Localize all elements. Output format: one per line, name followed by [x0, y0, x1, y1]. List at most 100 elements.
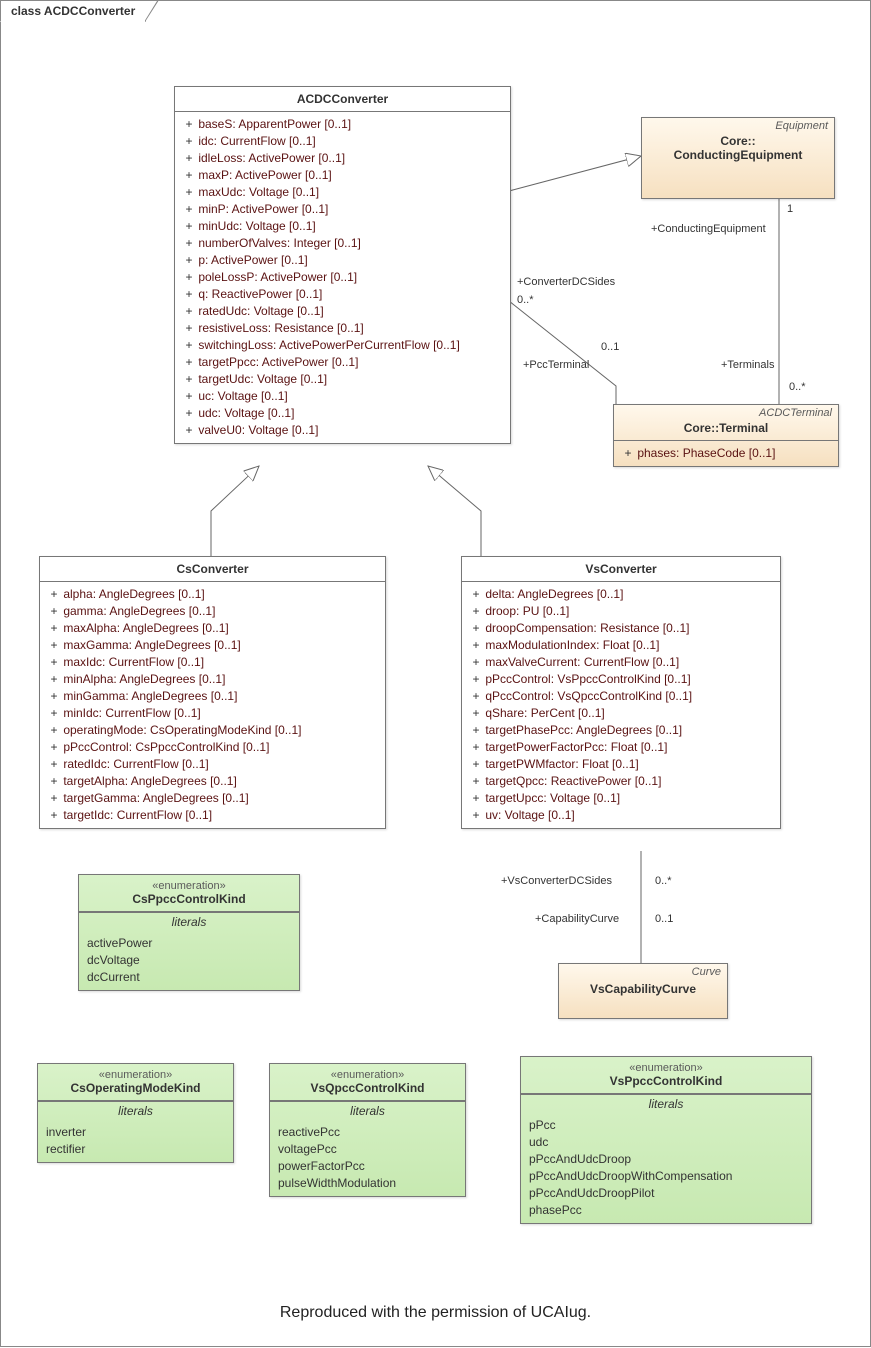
attr-row: phasePcc	[529, 1202, 803, 1219]
attr-row: dcCurrent	[87, 969, 291, 986]
attr-row: + targetPowerFactorPcc: Float [0..1]	[470, 739, 772, 756]
attr-row: inverter	[46, 1124, 225, 1141]
class-name: VsCapabilityCurve	[590, 982, 696, 996]
attr-row: + valveU0: Voltage [0..1]	[183, 422, 502, 439]
class-name: ACDCConverter	[297, 92, 388, 106]
role-conductingequipment: +ConductingEquipment	[651, 223, 766, 235]
visibility: +	[470, 722, 482, 739]
enum-vsqpcccontrolkind: «enumeration» VsQpccControlKind literals…	[269, 1063, 466, 1197]
literal-list: pPccudcpPccAndUdcDrooppPccAndUdcDroopWit…	[521, 1113, 811, 1223]
mult-pccterminal: 0..1	[601, 341, 611, 353]
visibility: +	[183, 337, 195, 354]
role-pccterminal: +PccTerminal	[523, 359, 589, 371]
attr-row: + idc: CurrentFlow [0..1]	[183, 133, 502, 150]
attr-row: udc	[529, 1134, 803, 1151]
class-name: VsConverter	[585, 562, 656, 576]
enum-name: CsPpccControlKind	[132, 892, 245, 906]
attr-row: + maxUdc: Voltage [0..1]	[183, 184, 502, 201]
class-conductingequipment: Equipment Core:: ConductingEquipment	[641, 117, 835, 199]
attr-row: + phases: PhaseCode [0..1]	[622, 445, 830, 462]
super-label: Equipment	[775, 120, 828, 132]
role-terminals: +Terminals	[721, 359, 775, 371]
attr-row: reactivePcc	[278, 1124, 457, 1141]
footer-text: Reproduced with the permission of UCAIug…	[1, 1304, 870, 1322]
enum-csoperatingmodekind: «enumeration» CsOperatingModeKind litera…	[37, 1063, 234, 1163]
mult-conductingequipment: 1	[787, 203, 793, 215]
attr-row: pPccAndUdcDroop	[529, 1151, 803, 1168]
mult-capabilitycurve: 0..1	[655, 913, 673, 925]
visibility: +	[183, 133, 195, 150]
attr-row: + minGamma: AngleDegrees [0..1]	[48, 688, 377, 705]
literal-list: inverterrectifier	[38, 1120, 233, 1162]
stereotype: «enumeration»	[276, 1069, 459, 1081]
attr-row: + droopCompensation: Resistance [0..1]	[470, 620, 772, 637]
attr-row: + droop: PU [0..1]	[470, 603, 772, 620]
attr-row: + targetAlpha: AngleDegrees [0..1]	[48, 773, 377, 790]
attr-row: + targetGamma: AngleDegrees [0..1]	[48, 790, 377, 807]
visibility: +	[183, 286, 195, 303]
enum-name: VsQpccControlKind	[310, 1081, 424, 1095]
class-csconverter: CsConverter + alpha: AngleDegrees [0..1]…	[39, 556, 386, 829]
enum-name: CsOperatingModeKind	[70, 1081, 200, 1095]
visibility: +	[470, 773, 482, 790]
visibility: +	[470, 739, 482, 756]
attr-row: + minP: ActivePower [0..1]	[183, 201, 502, 218]
stereotype: «enumeration»	[527, 1062, 805, 1074]
attr-row: + pPccControl: CsPpccControlKind [0..1]	[48, 739, 377, 756]
visibility: +	[48, 773, 60, 790]
attr-row: activePower	[87, 935, 291, 952]
enum-name: VsPpccControlKind	[610, 1074, 723, 1088]
visibility: +	[48, 705, 60, 722]
attr-row: + q: ReactivePower [0..1]	[183, 286, 502, 303]
visibility: +	[183, 371, 195, 388]
attr-row: + targetQpcc: ReactivePower [0..1]	[470, 773, 772, 790]
attr-row: + ratedUdc: Voltage [0..1]	[183, 303, 502, 320]
attr-row: + maxP: ActivePower [0..1]	[183, 167, 502, 184]
attr-row: + targetPWMfactor: Float [0..1]	[470, 756, 772, 773]
stereotype: «enumeration»	[44, 1069, 227, 1081]
mult-vsconverterdcsides: 0..*	[655, 875, 672, 887]
section-head: literals	[38, 1101, 233, 1120]
attr-row: + targetIdc: CurrentFlow [0..1]	[48, 807, 377, 824]
attr-row: + p: ActivePower [0..1]	[183, 252, 502, 269]
attr-list: + delta: AngleDegrees [0..1]+ droop: PU …	[462, 582, 780, 828]
section-head: literals	[79, 912, 299, 931]
visibility: +	[48, 671, 60, 688]
attr-row: + maxModulationIndex: Float [0..1]	[470, 637, 772, 654]
attr-row: + uv: Voltage [0..1]	[470, 807, 772, 824]
super-label: Curve	[692, 966, 721, 978]
role-converterdcsides: +ConverterDCSides	[517, 276, 615, 288]
attr-list: + baseS: ApparentPower [0..1]+ idc: Curr…	[175, 112, 510, 443]
visibility: +	[183, 422, 195, 439]
visibility: +	[183, 201, 195, 218]
visibility: +	[183, 116, 195, 133]
attr-row: + targetPpcc: ActivePower [0..1]	[183, 354, 502, 371]
visibility: +	[183, 218, 195, 235]
attr-row: pPccAndUdcDroopPilot	[529, 1185, 803, 1202]
attr-row: + gamma: AngleDegrees [0..1]	[48, 603, 377, 620]
visibility: +	[183, 150, 195, 167]
attr-row: dcVoltage	[87, 952, 291, 969]
attr-row: + maxAlpha: AngleDegrees [0..1]	[48, 620, 377, 637]
attr-row: voltagePcc	[278, 1141, 457, 1158]
attr-list: + alpha: AngleDegrees [0..1]+ gamma: Ang…	[40, 582, 385, 828]
role-capabilitycurve: +CapabilityCurve	[535, 913, 619, 925]
mult-terminals: 0..*	[789, 381, 806, 393]
visibility: +	[48, 637, 60, 654]
enum-vsppcccontrolkind: «enumeration» VsPpccControlKind literals…	[520, 1056, 812, 1224]
class-acdcconverter: ACDCConverter + baseS: ApparentPower [0.…	[174, 86, 511, 444]
attr-row: + targetUpcc: Voltage [0..1]	[470, 790, 772, 807]
visibility: +	[470, 807, 482, 824]
literal-list: activePowerdcVoltagedcCurrent	[79, 931, 299, 990]
visibility: +	[48, 586, 60, 603]
class-vscapabilitycurve: Curve VsCapabilityCurve	[558, 963, 728, 1019]
stereotype: «enumeration»	[85, 880, 293, 892]
diagram-frame: class ACDCConverter ACDCConverter + base…	[0, 0, 871, 1347]
attr-row: + maxValveCurrent: CurrentFlow [0..1]	[470, 654, 772, 671]
visibility: +	[48, 603, 60, 620]
visibility: +	[470, 637, 482, 654]
visibility: +	[48, 620, 60, 637]
visibility: +	[48, 654, 60, 671]
visibility: +	[183, 269, 195, 286]
attr-row: + ratedIdc: CurrentFlow [0..1]	[48, 756, 377, 773]
